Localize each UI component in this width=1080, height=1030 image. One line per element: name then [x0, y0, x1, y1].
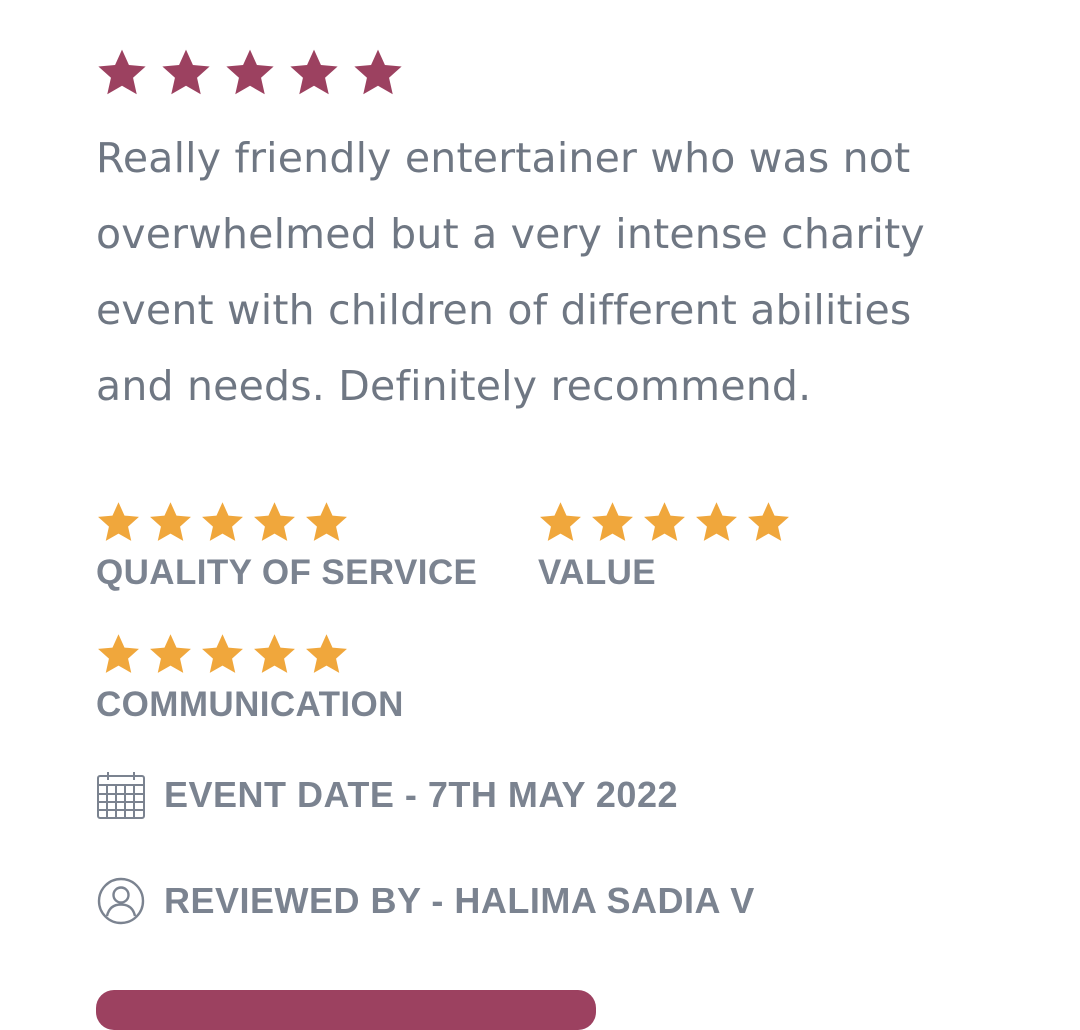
reviewed-by: REVIEWED BY - HALIMA SADIA V	[164, 880, 755, 921]
user-circle-icon	[97, 877, 145, 925]
star-icon	[202, 634, 243, 673]
star-icon	[98, 502, 139, 541]
star-icon	[202, 502, 243, 541]
rating-stars	[96, 500, 477, 545]
star-icon	[162, 49, 210, 95]
rating-stars	[96, 632, 404, 677]
rating-quality-of-service: QUALITY OF SERVICE	[96, 500, 477, 593]
review-card: Really friendly entertainer who was not …	[96, 0, 996, 1030]
star-icon	[98, 634, 139, 673]
star-icon	[306, 634, 347, 673]
star-icon	[306, 502, 347, 541]
review-text: Really friendly entertainer who was not …	[96, 134, 925, 410]
action-button[interactable]	[96, 990, 596, 1030]
star-icon	[254, 634, 295, 673]
star-icon	[696, 502, 737, 541]
event-date-row: EVENT DATE - 7TH MAY 2022	[96, 769, 678, 821]
star-icon	[354, 49, 402, 95]
overall-rating-stars	[96, 47, 404, 99]
star-icon	[254, 502, 295, 541]
event-date: EVENT DATE - 7TH MAY 2022	[164, 774, 678, 815]
star-icon	[592, 502, 633, 541]
rating-label: QUALITY OF SERVICE	[96, 553, 478, 592]
star-icon	[150, 634, 191, 673]
calendar-icon	[97, 772, 145, 819]
rating-label: VALUE	[538, 553, 657, 592]
star-icon	[540, 502, 581, 541]
reviewer-row: REVIEWED BY - HALIMA SADIA V	[96, 875, 755, 927]
star-icon	[644, 502, 685, 541]
rating-value: VALUE	[538, 500, 791, 593]
rating-label: COMMUNICATION	[96, 685, 404, 724]
rating-stars	[538, 500, 791, 545]
star-icon	[748, 502, 789, 541]
star-icon	[98, 49, 146, 95]
star-icon	[150, 502, 191, 541]
rating-communication: COMMUNICATION	[96, 632, 404, 725]
star-icon	[290, 49, 338, 95]
star-icon	[226, 49, 274, 95]
